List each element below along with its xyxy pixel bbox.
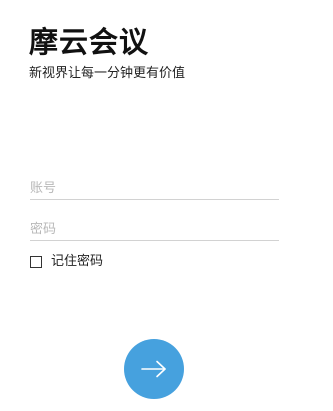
remember-password-label: 记住密码	[51, 254, 104, 269]
account-input[interactable]	[30, 178, 279, 199]
arrow-right-icon	[141, 360, 166, 378]
password-input[interactable]	[30, 219, 279, 240]
app-slogan: 新视界让每一分钟更有价值	[29, 66, 186, 81]
login-button[interactable]	[124, 339, 184, 399]
account-field	[30, 177, 279, 200]
app-title: 摩云会议	[29, 25, 150, 59]
remember-password-option[interactable]: 记住密码	[30, 253, 103, 270]
remember-password-checkbox[interactable]	[30, 255, 42, 268]
password-field	[30, 218, 279, 241]
